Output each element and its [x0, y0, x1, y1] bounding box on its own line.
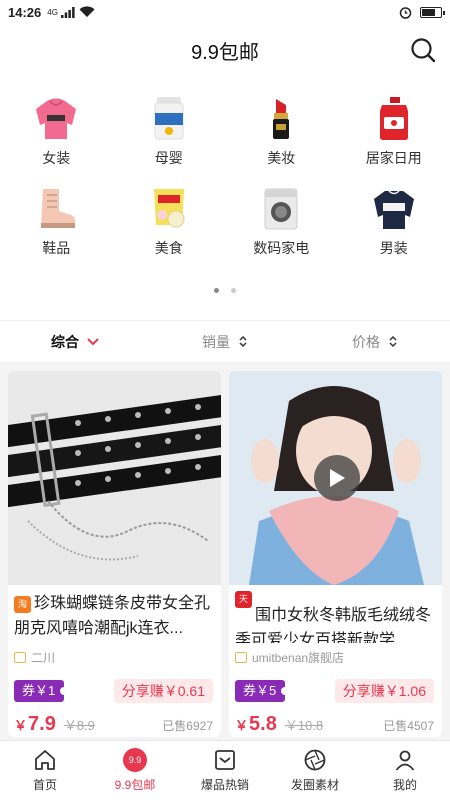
product-card[interactable]: 淘珍珠蝴蝶链条皮带女全孔朋克风嘻哈潮配jk连衣... 二川 券￥1 分享赚￥0.… — [8, 371, 221, 737]
product-title[interactable]: 天猫 围巾女秋冬韩版毛绒绒冬季可爱少女百搭新款学... — [229, 585, 442, 643]
search-icon[interactable] — [410, 37, 436, 63]
status-bar: 14:26 4G — [0, 0, 450, 24]
category-panel: 女装 母婴 美妆 居家日用 鞋品 美食 数码家电 男装 — [0, 76, 450, 320]
category-label: 美食 — [154, 240, 183, 256]
taobao-badge-icon: 淘 — [14, 596, 31, 613]
sort-updown-icon — [389, 335, 397, 348]
bottom-tab-bar: 首页 9.9 9.9包邮 爆品热销 发圈素材 我的 — [0, 740, 450, 800]
chevron-down-icon — [87, 337, 99, 345]
promo-row: 券￥5 分享赚￥1.06 — [229, 666, 442, 703]
page-indicator — [0, 288, 450, 293]
wifi-icon — [79, 6, 95, 18]
app-header: 9.9包邮 — [0, 24, 450, 76]
product-image-scarf[interactable] — [229, 371, 442, 585]
shop-icon — [14, 652, 26, 663]
sort-label: 价格 — [352, 333, 380, 350]
lipstick-icon — [273, 99, 290, 139]
play-video-button[interactable] — [314, 455, 360, 501]
sort-comprehensive[interactable]: 综合 — [0, 332, 150, 352]
category-mens-wear[interactable]: 男装 — [338, 184, 450, 264]
detergent-icon — [379, 97, 408, 140]
shutter-icon — [304, 749, 326, 771]
share-earn-button[interactable]: 分享赚￥0.61 — [113, 679, 213, 703]
promo-row: 券￥1 分享赚￥0.61 — [8, 666, 221, 703]
category-label: 女装 — [42, 150, 71, 166]
category-baby[interactable]: 母婴 — [113, 94, 226, 174]
shop-name: umitbenan旗舰店 — [252, 651, 345, 665]
sort-label: 销量 — [202, 333, 230, 350]
status-time: 14:26 — [8, 4, 42, 20]
shop-row[interactable]: 二川 — [8, 643, 221, 666]
tab-label: 我的 — [392, 778, 417, 792]
washing-machine-icon — [264, 188, 298, 230]
category-label: 鞋品 — [42, 240, 71, 256]
category-label: 男装 — [379, 240, 408, 256]
tmall-badge-icon: 天猫 — [235, 591, 252, 621]
hot-sale-icon — [215, 750, 235, 770]
shop-icon — [235, 652, 247, 663]
share-earn-button[interactable]: 分享赚￥1.06 — [334, 679, 434, 703]
tab-hot-sale[interactable]: 爆品热销 — [180, 741, 270, 800]
category-womens-wear[interactable]: 女装 — [0, 94, 113, 174]
page-title: 9.9包邮 — [191, 41, 259, 64]
tab-nine-nine[interactable]: 9.9 9.9包邮 — [90, 741, 180, 800]
tab-label: 发圈素材 — [290, 778, 339, 792]
sort-label: 综合 — [51, 333, 79, 350]
category-food[interactable]: 美食 — [113, 184, 226, 264]
tab-label: 爆品热销 — [200, 778, 249, 792]
signal-icon — [60, 6, 75, 18]
category-label: 数码家电 — [253, 240, 310, 256]
snack-bag-icon — [153, 189, 185, 228]
product-image-belts[interactable] — [8, 371, 221, 585]
product-card[interactable]: 天猫 围巾女秋冬韩版毛绒绒冬季可爱少女百搭新款学... umitbenan旗舰店 … — [229, 371, 442, 737]
belt-illustration — [8, 393, 221, 561]
boot-icon — [41, 189, 76, 228]
category-electronics[interactable]: 数码家电 — [225, 184, 338, 264]
category-household[interactable]: 居家日用 — [338, 94, 450, 174]
play-icon — [330, 469, 345, 487]
coupon-badge[interactable]: 券￥1 — [14, 680, 69, 702]
sweater-icon — [373, 190, 414, 229]
product-title[interactable]: 淘珍珠蝴蝶链条皮带女全孔朋克风嘻哈潮配jk连衣... — [8, 585, 221, 643]
page-dot-active — [214, 288, 219, 293]
category-label: 居家日用 — [365, 150, 422, 166]
network-type: 4G — [47, 7, 58, 17]
current-price: ￥7.9 — [14, 713, 56, 735]
user-icon — [395, 750, 415, 771]
sort-price[interactable]: 价格 — [300, 332, 450, 352]
hoodie-icon — [36, 98, 77, 139]
formula-can-icon — [154, 97, 184, 140]
sort-sales[interactable]: 销量 — [150, 332, 300, 352]
category-label: 母婴 — [154, 150, 183, 166]
home-icon — [35, 750, 55, 770]
sold-count: 已售6927 — [162, 719, 213, 733]
battery-icon — [420, 6, 445, 18]
tab-label: 9.9包邮 — [114, 778, 156, 792]
coupon-badge[interactable]: 券￥5 — [235, 680, 290, 702]
category-cosmetics[interactable]: 美妆 — [225, 94, 338, 174]
tab-home[interactable]: 首页 — [0, 741, 90, 800]
sort-updown-icon — [239, 335, 247, 348]
category-label: 美妆 — [267, 150, 296, 166]
tab-materials[interactable]: 发圈素材 — [270, 741, 360, 800]
shop-row[interactable]: umitbenan旗舰店 — [229, 643, 442, 666]
category-grid: 女装 母婴 美妆 居家日用 鞋品 美食 数码家电 男装 — [0, 94, 450, 264]
category-shoes[interactable]: 鞋品 — [0, 184, 113, 264]
shop-name: 二川 — [31, 651, 56, 665]
original-price: ￥10.8 — [284, 718, 324, 733]
sold-count: 已售4507 — [383, 719, 434, 733]
tab-profile[interactable]: 我的 — [360, 741, 450, 800]
tab-label: 首页 — [32, 778, 57, 792]
original-price: ￥8.9 — [63, 718, 95, 733]
current-price: ￥5.8 — [235, 713, 277, 735]
sort-bar: 综合 销量 价格 — [0, 320, 450, 362]
alarm-icon — [399, 6, 412, 19]
price-row: ￥5.8 ￥10.8 已售4507 — [229, 703, 442, 736]
nine-nine-icon: 9.9 — [123, 748, 147, 772]
price-row: ￥7.9 ￥8.9 已售6927 — [8, 703, 221, 736]
page-dot — [231, 288, 236, 293]
product-grid: 淘珍珠蝴蝶链条皮带女全孔朋克风嘻哈潮配jk连衣... 二川 券￥1 分享赚￥0.… — [0, 362, 450, 737]
